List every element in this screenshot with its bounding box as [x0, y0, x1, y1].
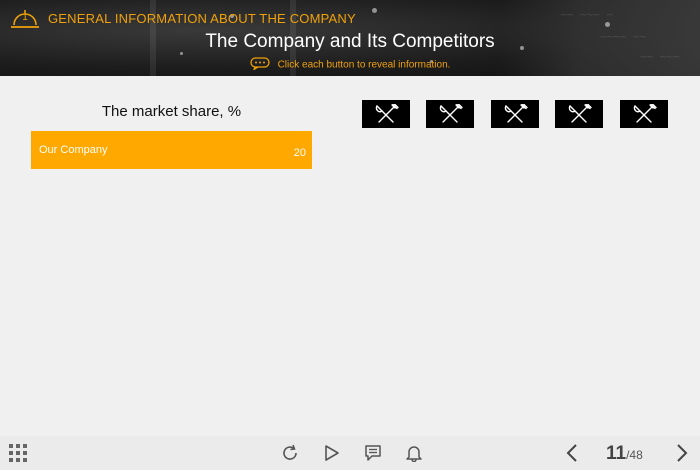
chevron-left-icon: [566, 444, 577, 462]
hint-text: Click each button to reveal information.: [277, 59, 451, 71]
competitor-button-5[interactable]: [620, 100, 668, 128]
competitor-button-4[interactable]: [555, 100, 603, 128]
total-pages: /48: [626, 448, 643, 462]
page-counter: 11/48: [606, 443, 643, 465]
competitor-button-1[interactable]: [362, 100, 410, 128]
knife-fork-icon: [568, 104, 592, 123]
speech-bubble-icon: [249, 57, 270, 73]
player-footer: [0, 436, 700, 470]
menu-grid-icon[interactable]: [9, 444, 27, 467]
market-share-title: The market share, %: [101, 103, 242, 120]
bar-label: Our Company: [39, 144, 108, 156]
knife-fork-icon: [633, 104, 657, 123]
instruction-hint: Click each button to reveal information.: [0, 57, 700, 73]
replay-icon[interactable]: [281, 444, 299, 467]
bar-value: 20: [293, 147, 306, 159]
notifications-bell-icon[interactable]: [405, 444, 423, 467]
page-title: The Company and Its Competitors: [205, 31, 495, 52]
market-share-bar: Our Company 20: [31, 131, 312, 169]
next-page-button[interactable]: [675, 443, 689, 468]
chevron-right-icon: [677, 444, 688, 462]
previous-page-button[interactable]: [565, 443, 579, 468]
knife-fork-icon: [504, 104, 528, 123]
chapter-heading: 1 GENERAL INFORMATION ABOUT THE COMPANY: [10, 6, 356, 30]
transcript-icon[interactable]: [364, 444, 382, 467]
bell-chapter-icon: 1: [10, 6, 40, 30]
knife-fork-icon: [375, 104, 399, 123]
competitor-button-2[interactable]: [426, 100, 474, 128]
chapter-number: 1: [22, 12, 28, 23]
background-decoration: [372, 8, 377, 13]
current-page: 11: [606, 443, 627, 464]
section-title: GENERAL INFORMATION ABOUT THE COMPANY: [48, 10, 356, 26]
background-decoration: [605, 22, 610, 27]
competitor-button-3[interactable]: [491, 100, 539, 128]
play-icon[interactable]: [323, 444, 341, 467]
knife-fork-icon: [439, 104, 463, 123]
